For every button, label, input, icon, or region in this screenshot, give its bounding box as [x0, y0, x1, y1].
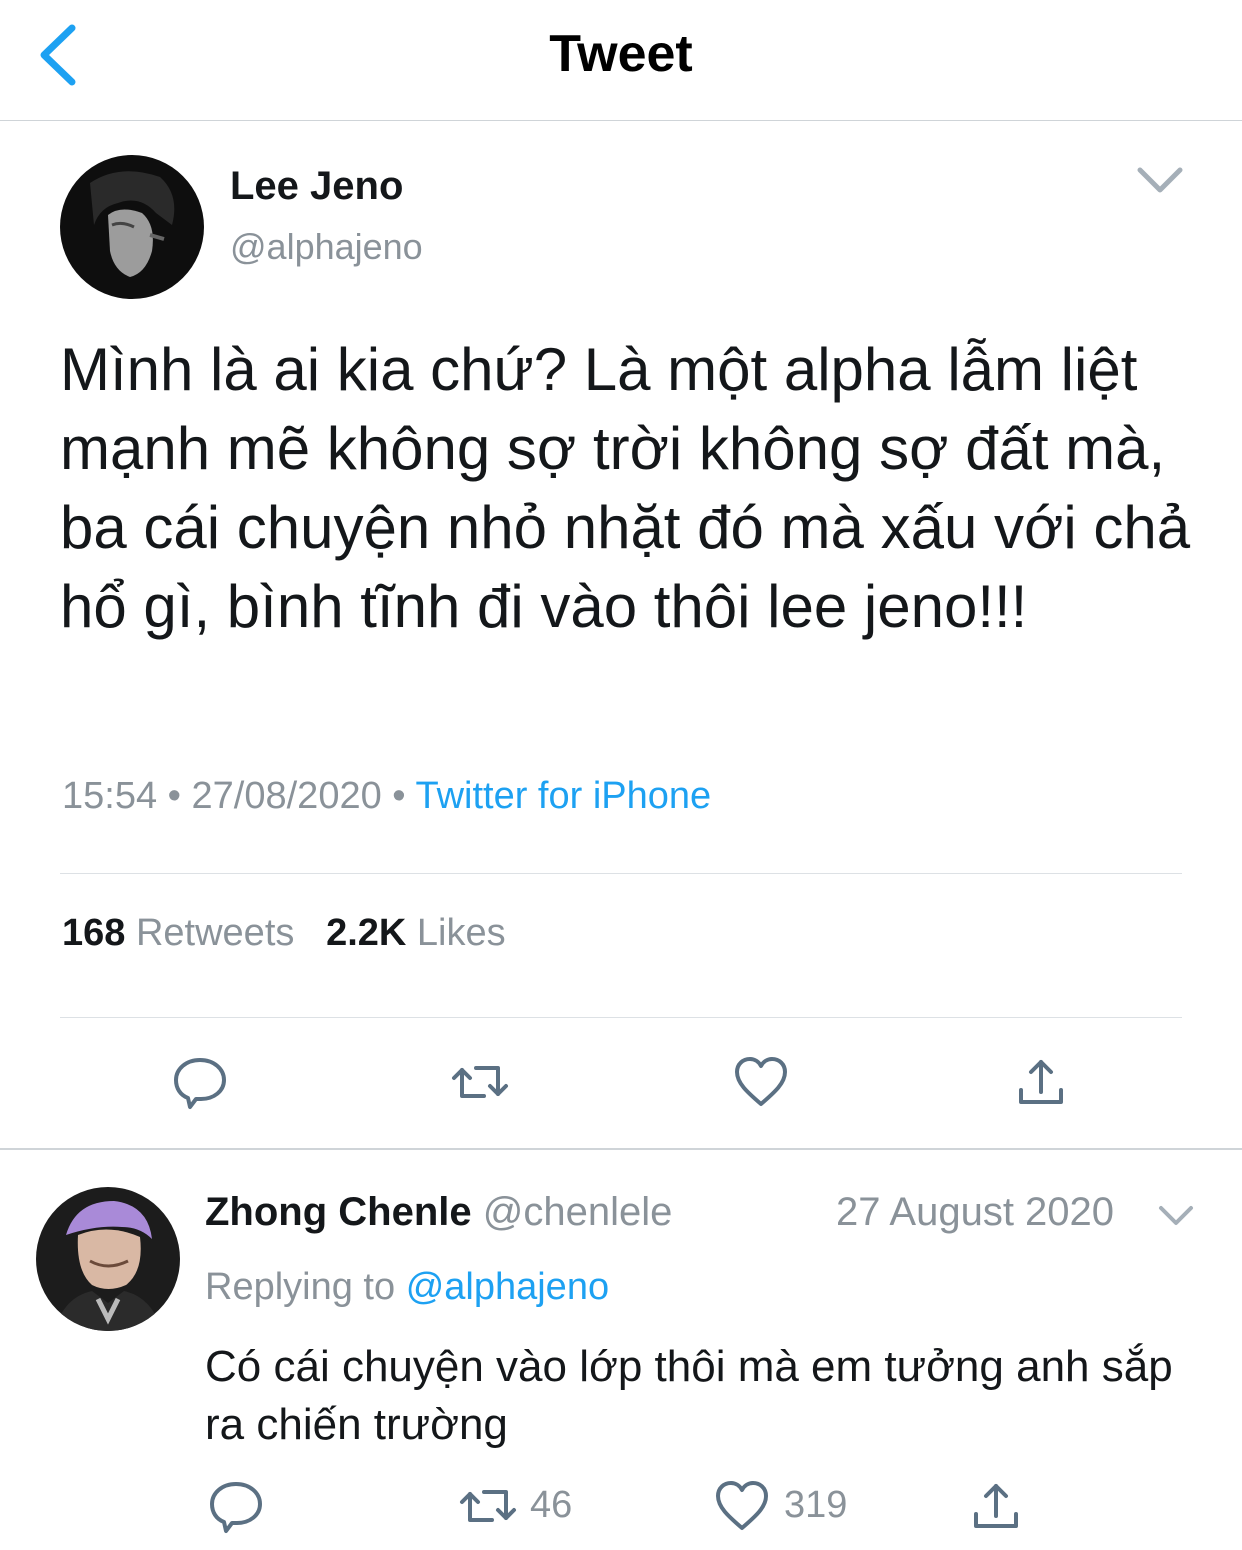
- tweet-stats: 168 Retweets 2.2K Likes: [62, 912, 506, 955]
- reply-author-handle: @chenlele: [482, 1190, 673, 1234]
- meta-separator: •: [392, 775, 406, 817]
- retweet-icon[interactable]: [450, 1052, 510, 1112]
- tweet-date: 27/08/2020: [191, 775, 382, 817]
- page-title: Tweet: [549, 25, 693, 83]
- divider: [60, 1017, 1182, 1018]
- author-handle[interactable]: @alphajeno: [230, 226, 423, 268]
- avatar[interactable]: [36, 1187, 180, 1331]
- meta-separator: •: [167, 775, 181, 817]
- retweets-count: 168: [62, 912, 126, 954]
- tweet-meta: 15:54 • 27/08/2020 • Twitter for iPhone: [62, 775, 711, 818]
- tweet-time: 15:54: [62, 775, 158, 817]
- chevron-down-icon[interactable]: [1156, 1200, 1196, 1230]
- tweet-text: Mình là ai kia chứ? Là một alpha lẫm liệ…: [60, 336, 1191, 640]
- tweet-source-link[interactable]: Twitter for iPhone: [415, 775, 711, 817]
- share-icon[interactable]: [1011, 1052, 1071, 1112]
- retweets-stat[interactable]: 168 Retweets: [62, 912, 294, 954]
- replying-to-label: Replying to: [205, 1266, 396, 1308]
- retweet-count: 46: [530, 1484, 573, 1526]
- author-name[interactable]: Lee Jeno: [230, 164, 403, 209]
- retweet-icon[interactable]: [458, 1478, 518, 1534]
- like-count: 319: [784, 1484, 848, 1526]
- reply-author-name: Zhong Chenle: [205, 1190, 472, 1234]
- reply-icon[interactable]: [206, 1478, 266, 1534]
- retweets-label: Retweets: [135, 912, 295, 954]
- reply-icon[interactable]: [170, 1052, 230, 1112]
- heart-icon[interactable]: [712, 1478, 772, 1534]
- reply-author[interactable]: Zhong Chenle @chenlele: [205, 1190, 672, 1235]
- reply-date: 27 August 2020: [836, 1190, 1115, 1234]
- reply-text: Có cái chuyện vào lớp thôi mà em tưởng a…: [205, 1342, 1173, 1449]
- divider: [60, 873, 1182, 874]
- avatar[interactable]: [60, 155, 204, 299]
- share-icon[interactable]: [968, 1478, 1024, 1534]
- chevron-down-icon[interactable]: [1134, 160, 1186, 200]
- replying-to: Replying to @alphajeno: [205, 1266, 609, 1309]
- likes-stat[interactable]: 2.2K Likes: [326, 912, 506, 954]
- section-divider: [0, 1148, 1242, 1150]
- likes-label: Likes: [416, 912, 506, 954]
- replying-to-handle[interactable]: @alphajeno: [406, 1266, 609, 1308]
- likes-count: 2.2K: [326, 912, 407, 954]
- heart-icon[interactable]: [731, 1052, 791, 1112]
